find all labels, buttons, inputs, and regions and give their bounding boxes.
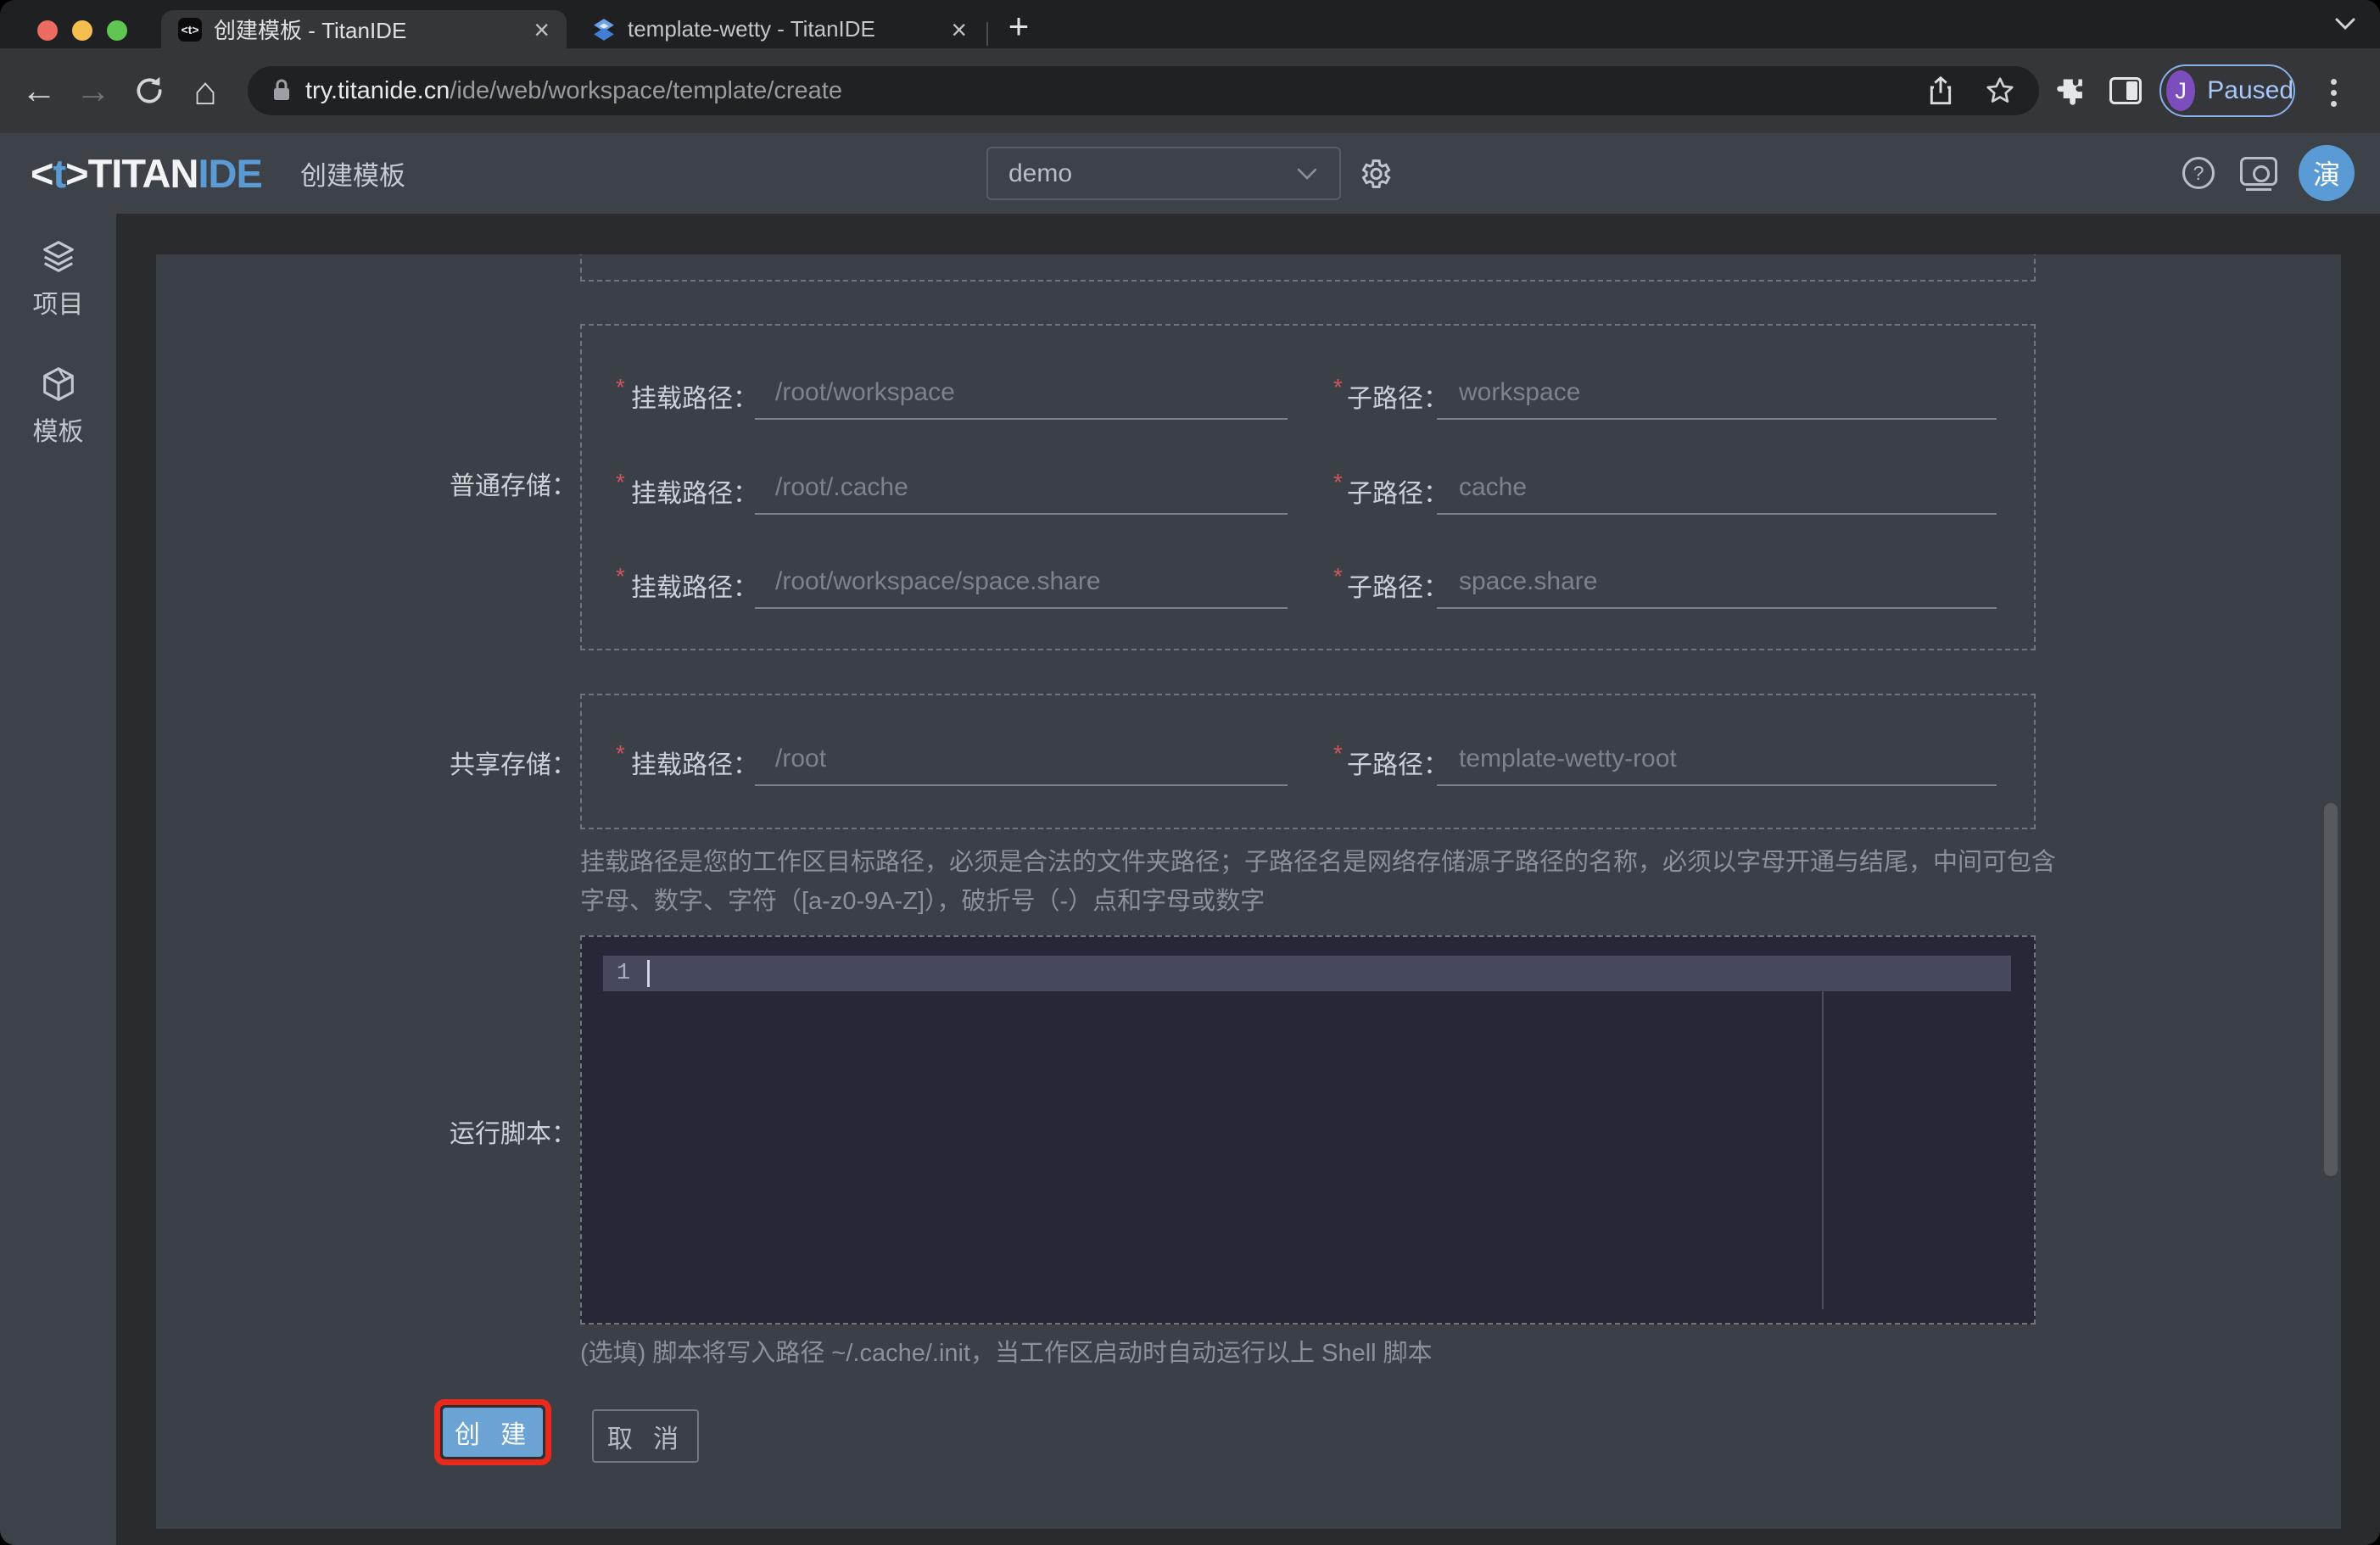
- path-help-text: 挂载路径是您的工作区目标路径，必须是合法的文件夹路径；子路径名是网络存储源子路径…: [580, 849, 2057, 915]
- forward-button[interactable]: →: [70, 48, 117, 133]
- profile-chip[interactable]: J Paused: [2159, 64, 2295, 117]
- close-tab-icon[interactable]: ×: [951, 16, 967, 43]
- page-title: 创建模板: [300, 161, 405, 191]
- workspace-settings-gear-icon[interactable]: [1357, 156, 1393, 192]
- browser-toolbar: ← → ⌂ try.titanide.cn/ide/web/workspace/…: [0, 48, 2380, 133]
- sub-path-label: 子路径：: [1347, 480, 1449, 508]
- url-host: try.titanide.cn: [305, 76, 450, 104]
- mount-path-input[interactable]: [755, 462, 1288, 515]
- reload-button[interactable]: [126, 48, 173, 133]
- profile-status: Paused: [2207, 76, 2293, 104]
- editor-current-line[interactable]: 1: [603, 956, 2011, 991]
- sidebar-item-templates[interactable]: 模板: [0, 365, 116, 448]
- back-button[interactable]: ←: [15, 48, 63, 133]
- sub-path-input[interactable]: [1437, 733, 1997, 786]
- chevron-down-icon: [1295, 166, 1319, 181]
- sub-path-input[interactable]: [1437, 462, 1997, 515]
- close-tab-icon[interactable]: ×: [534, 16, 550, 43]
- url-path: /ide/web/workspace/template/create: [450, 76, 842, 104]
- mount-path-label: 挂载路径：: [631, 751, 758, 779]
- run-script-label: 运行脚本：: [450, 1120, 577, 1148]
- sidebar-item-label: 模板: [32, 418, 84, 446]
- mount-path-input[interactable]: [755, 556, 1288, 609]
- sub-path-label: 子路径：: [1347, 751, 1449, 779]
- titanide-logo: < t > TITAN IDE: [31, 151, 263, 196]
- storage-row: * 挂载路径： * 子路径：: [156, 556, 2341, 611]
- share-icon[interactable]: [1927, 75, 1954, 107]
- required-marker: *: [616, 740, 625, 767]
- side-panel-icon[interactable]: [2109, 77, 2142, 104]
- sidebar-item-projects[interactable]: 项目: [0, 237, 116, 321]
- lock-icon[interactable]: [271, 78, 292, 103]
- required-marker: *: [1333, 469, 1343, 495]
- required-marker: *: [1333, 740, 1343, 767]
- required-marker: *: [616, 469, 625, 495]
- tab-template-wetty[interactable]: template-wetty - TitanIDE ×: [575, 10, 984, 48]
- profile-avatar: J: [2166, 70, 2196, 111]
- workspace-favicon-icon: [592, 18, 616, 42]
- create-button[interactable]: 创 建: [443, 1408, 543, 1457]
- tab-divider: [986, 22, 988, 46]
- system-settings-icon[interactable]: [2240, 157, 2277, 191]
- required-marker: *: [616, 563, 625, 589]
- required-marker: *: [1333, 563, 1343, 589]
- layers-icon: [39, 237, 78, 276]
- editor-ruler-line: [1822, 991, 1824, 1309]
- mount-path-input[interactable]: [755, 733, 1288, 786]
- storage-row: * 挂载路径： * 子路径：: [156, 462, 2341, 516]
- line-number: 1: [616, 961, 631, 986]
- tab-search-chevron-icon[interactable]: [2334, 17, 2356, 31]
- sidebar-item-label: 项目: [32, 291, 84, 319]
- required-marker: *: [616, 374, 625, 400]
- tab-create-template[interactable]: <t> 创建模板 - TitanIDE ×: [161, 10, 567, 48]
- workspace-select[interactable]: demo: [986, 147, 1341, 200]
- sub-path-label: 子路径：: [1347, 385, 1449, 413]
- script-help-text: (选填) 脚本将写入路径 ~/.cache/.init，当工作区启动时自动运行以…: [580, 1340, 1433, 1367]
- window-minimize-button[interactable]: [72, 20, 92, 41]
- tab-title: 创建模板 - TitanIDE: [214, 18, 407, 43]
- required-marker: *: [1333, 374, 1343, 400]
- tab-strip: <t> 创建模板 - TitanIDE × template-wetty - T…: [0, 0, 2380, 48]
- new-tab-button[interactable]: +: [999, 6, 1038, 46]
- text-cursor: [647, 960, 650, 987]
- help-icon[interactable]: ?: [2182, 157, 2215, 189]
- script-editor[interactable]: 1: [580, 935, 2036, 1325]
- red-annotation-box: 创 建: [434, 1399, 551, 1465]
- app-header: < t > TITAN IDE 创建模板 demo ? 演: [0, 133, 2380, 214]
- sub-path-input[interactable]: [1437, 367, 1997, 420]
- titanide-favicon-icon: <t>: [178, 17, 202, 42]
- mount-path-label: 挂载路径：: [631, 385, 758, 413]
- sub-path-input[interactable]: [1437, 556, 1997, 609]
- user-avatar[interactable]: 演: [2299, 145, 2355, 201]
- tab-title: template-wetty - TitanIDE: [628, 16, 875, 42]
- storage-row: * 挂载路径： * 子路径：: [156, 733, 2341, 788]
- form-card: 普通存储： * 挂载路径： * 子路径： * 挂载路径： * 子路径： * 挂载…: [156, 254, 2341, 1529]
- workspace-select-value: demo: [1008, 159, 1073, 187]
- previous-section-box: [580, 254, 2036, 282]
- page-scrollbar-thumb[interactable]: [2324, 803, 2338, 1176]
- browser-window: <t> 创建模板 - TitanIDE × template-wetty - T…: [0, 0, 2380, 1545]
- sub-path-label: 子路径：: [1347, 574, 1449, 602]
- page-content: 项目 模板 普通存储： * 挂载路径： * 子路径：: [0, 214, 2380, 1545]
- window-zoom-button[interactable]: [107, 20, 127, 41]
- home-button[interactable]: ⌂: [182, 48, 229, 133]
- bookmark-star-icon[interactable]: [1985, 75, 2015, 106]
- mount-path-label: 挂载路径：: [631, 574, 758, 602]
- cancel-button[interactable]: 取 消: [592, 1409, 699, 1463]
- cube-icon: [39, 365, 78, 404]
- sidebar: 项目 模板: [0, 214, 116, 1545]
- storage-row: * 挂载路径： * 子路径：: [156, 367, 2341, 421]
- mount-path-input[interactable]: [755, 367, 1288, 420]
- window-close-button[interactable]: [37, 20, 58, 41]
- mount-path-label: 挂载路径：: [631, 480, 758, 508]
- address-bar[interactable]: try.titanide.cn/ide/web/workspace/templa…: [248, 66, 2039, 115]
- extensions-puzzle-icon[interactable]: [2056, 75, 2088, 107]
- browser-menu-icon[interactable]: [2331, 74, 2338, 112]
